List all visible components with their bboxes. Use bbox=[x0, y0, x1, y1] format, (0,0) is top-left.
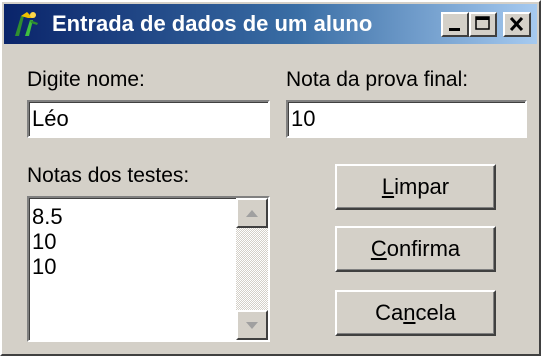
limpar-button[interactable]: Limpar bbox=[335, 164, 496, 210]
scroll-down-button[interactable] bbox=[236, 310, 268, 340]
confirma-button[interactable]: Confirma bbox=[335, 226, 496, 272]
cancela-accelerator: n bbox=[403, 300, 416, 325]
cancela-label-post: cela bbox=[415, 300, 456, 325]
list-item[interactable]: 10 bbox=[32, 229, 63, 254]
app-figure-icon[interactable] bbox=[11, 10, 41, 38]
minimize-icon bbox=[449, 28, 460, 31]
confirma-label-post: onfirma bbox=[386, 236, 461, 261]
arrow-down-icon bbox=[246, 322, 258, 329]
final-grade-input[interactable] bbox=[288, 102, 525, 136]
scroll-up-button[interactable] bbox=[236, 198, 268, 228]
window-title: Entrada de dados de um aluno bbox=[52, 11, 373, 36]
vertical-scrollbar[interactable] bbox=[236, 198, 268, 340]
tests-label: Notas dos testes: bbox=[27, 164, 190, 187]
arrow-up-icon bbox=[246, 210, 258, 217]
title-bar[interactable]: Entrada de dados de um aluno bbox=[4, 4, 537, 44]
final-grade-label: Nota da prova final: bbox=[286, 68, 469, 91]
confirma-accelerator: C bbox=[370, 236, 387, 261]
maximize-icon bbox=[475, 16, 490, 30]
close-icon bbox=[509, 16, 524, 32]
name-field[interactable] bbox=[27, 100, 270, 138]
cancela-label-pre: Ca bbox=[375, 300, 404, 325]
limpar-label-post: impar bbox=[394, 174, 450, 199]
dialog-window: Entrada de dados de um aluno Digite nome… bbox=[0, 0, 541, 356]
cancela-button[interactable]: Cancela bbox=[335, 290, 496, 336]
tests-listbox[interactable]: 8.5 10 10 bbox=[27, 196, 270, 342]
close-button[interactable] bbox=[503, 12, 531, 37]
maximize-button[interactable] bbox=[469, 12, 497, 37]
name-label: Digite nome: bbox=[27, 68, 145, 91]
limpar-accelerator: L bbox=[381, 174, 395, 199]
list-item[interactable]: 10 bbox=[32, 254, 63, 279]
minimize-button[interactable] bbox=[441, 12, 469, 37]
list-item[interactable]: 8.5 bbox=[32, 204, 63, 229]
name-input[interactable] bbox=[29, 102, 268, 136]
tests-list: 8.5 10 10 bbox=[32, 204, 63, 279]
final-grade-field[interactable] bbox=[286, 100, 527, 138]
